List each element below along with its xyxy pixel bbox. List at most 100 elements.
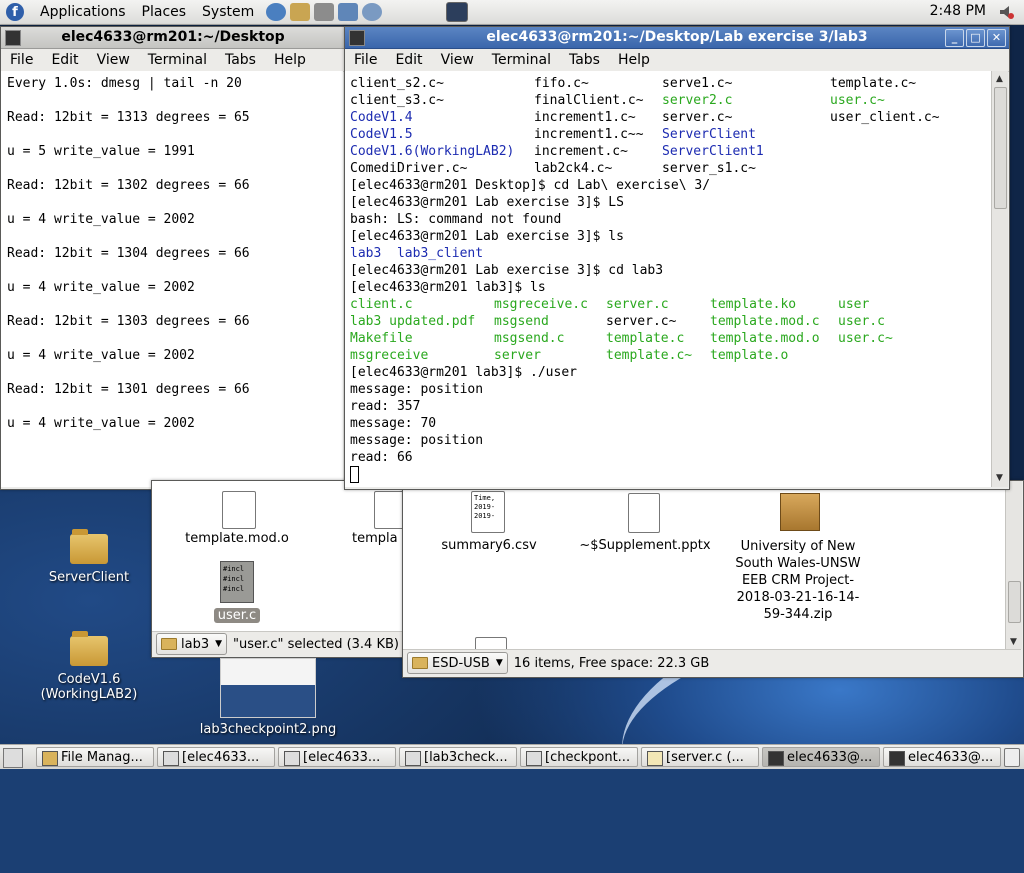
object-file-icon[interactable] [222, 491, 256, 529]
listing-entry: server_s1.c~ [662, 161, 756, 176]
left-terminal-output[interactable]: Every 1.0s: dmesg | tail -n 20 Read: 12b… [1, 71, 343, 487]
taskbar-window[interactable]: elec4633@... [883, 747, 1001, 767]
left-terminal-titlebar[interactable]: elec4633@rm201:~/Desktop [1, 27, 345, 49]
system-menu[interactable]: System [194, 4, 262, 20]
file-label[interactable]: ~$Supplement.pptx [573, 538, 717, 553]
menu-file[interactable]: File [1, 52, 42, 68]
taskbar-label: [elec4633... [182, 750, 260, 765]
listing-entry: template.mod.c [710, 314, 820, 329]
clock[interactable]: 2:48 PM [930, 3, 986, 19]
taskbar-label: [elec4633... [303, 750, 381, 765]
places-menu[interactable]: Places [134, 4, 195, 20]
terminal-launcher-icon[interactable] [446, 2, 469, 22]
usb-file-view[interactable]: Time, 2019- 2019- summary6.csv ~$Supplem… [403, 481, 1005, 649]
scroll-down-icon[interactable]: ▼ [992, 471, 1007, 485]
document-file-icon[interactable] [475, 637, 507, 649]
listing-entry: CodeV1.6(WorkingLAB2) [350, 144, 515, 159]
lab3-status-bar: lab3 ▼ "user.c" selected (3.4 KB) [152, 631, 410, 656]
menu-help[interactable]: Help [609, 52, 659, 68]
csv-file-icon[interactable]: Time, 2019- 2019- [471, 491, 505, 533]
desktop-icon-codev16[interactable]: CodeV1.6 (WorkingLAB2) [36, 631, 142, 702]
applications-menu[interactable]: Applications [32, 4, 134, 20]
terminal-vertical-scrollbar[interactable]: ▲ ▼ [991, 71, 1008, 487]
file-label[interactable]: University of New South Wales-UNSW EEB C… [731, 538, 865, 623]
scrollbar-thumb[interactable] [1008, 581, 1021, 623]
menu-file[interactable]: File [345, 52, 386, 68]
desktop-icon-label: lab3checkpoint2.png [199, 722, 337, 737]
terminal-line: Every 1.0s: dmesg | tail -n 20 [7, 76, 242, 91]
taskbar-window[interactable]: [server.c (... [641, 747, 759, 767]
taskbar-label: [checkpont... [545, 750, 631, 765]
menu-terminal[interactable]: Terminal [139, 52, 216, 68]
document-file-icon[interactable] [628, 493, 660, 533]
directory-entry: lab3 [350, 246, 382, 261]
desktop-icon-serverclient[interactable]: ServerClient [44, 529, 134, 585]
lab3-file-view[interactable]: template.mod.o templa #incl #incl #incl … [152, 481, 410, 631]
office-launcher-icon[interactable] [338, 3, 359, 21]
menu-tabs[interactable]: Tabs [216, 52, 265, 68]
menu-help[interactable]: Help [265, 52, 315, 68]
menu-edit[interactable]: Edit [386, 52, 431, 68]
minimize-button[interactable]: _ [945, 29, 964, 47]
location-combo[interactable]: lab3 ▼ [156, 633, 228, 655]
c-source-file-icon[interactable]: #incl #incl #incl [220, 561, 254, 603]
listing-entry: template.o [710, 348, 789, 363]
menu-view[interactable]: View [432, 52, 483, 68]
maximize-button[interactable]: □ [966, 29, 985, 47]
directory-entry: lab3_client [396, 246, 484, 261]
scroll-up-icon[interactable]: ▲ [992, 72, 1007, 86]
zip-archive-icon[interactable] [780, 493, 820, 531]
show-desktop-icon[interactable] [3, 748, 23, 768]
listing-row: client.c msgreceive.c server.c template.ko u… [350, 296, 991, 313]
listing-row: CodeV1.4 increment1.c~ server.c~ user_clien… [350, 109, 991, 126]
right-terminal-titlebar[interactable]: elec4633@rm201:~/Desktop/Lab exercise 3/… [345, 27, 1009, 49]
scrollbar-thumb[interactable] [994, 87, 1007, 209]
terminal-line: Read: 12bit = 1301 degrees = 66 [7, 382, 250, 397]
menu-edit[interactable]: Edit [42, 52, 87, 68]
file-label[interactable]: summary6.csv [429, 538, 549, 553]
close-button[interactable]: ✕ [987, 29, 1006, 47]
listing-entry: ComediDriver.c~ [350, 161, 468, 176]
mail-launcher-icon[interactable] [290, 3, 311, 21]
terminal-line: u = 4 write_value = 2002 [7, 212, 195, 227]
image-viewer-icon [405, 751, 421, 766]
listing-entry: increment.c~ [534, 144, 628, 159]
scroll-down-icon[interactable]: ▼ [1006, 635, 1021, 649]
menu-terminal[interactable]: Terminal [483, 52, 560, 68]
taskbar-window[interactable]: [checkpont... [520, 747, 638, 767]
listing-entry: ServerClient1 [662, 144, 764, 159]
usb-vertical-scrollbar[interactable]: ▼ [1005, 481, 1022, 649]
volume-icon[interactable] [998, 3, 1016, 21]
fedora-logo-icon[interactable]: f [6, 3, 24, 21]
taskbar-window[interactable]: [lab3check... [399, 747, 517, 767]
web-browser-launcher-icon[interactable] [266, 3, 287, 21]
location-combo[interactable]: ESD-USB ▼ [407, 652, 508, 674]
desktop-icon-label: CodeV1.6 (WorkingLAB2) [40, 672, 138, 702]
terminal-line: [elec4633@rm201 lab3]$ ls [350, 280, 546, 295]
terminal-window-icon [5, 30, 21, 46]
listing-entry: client_s2.c~ [350, 76, 444, 91]
right-terminal-output[interactable]: client_s2.c~ fifo.c~ serve1.c~ template.c~ c… [345, 71, 991, 487]
taskbar-file-manager[interactable]: File Manag... [36, 747, 154, 767]
terminal-line: Read: 12bit = 1313 degrees = 65 [7, 110, 250, 125]
text-editor-launcher-icon[interactable] [314, 3, 335, 21]
selected-file-label[interactable]: user.c [214, 608, 260, 623]
listing-entry: Makefile [350, 331, 413, 346]
taskbar-window[interactable]: [elec4633... [278, 747, 396, 767]
taskbar-window[interactable]: [elec4633... [157, 747, 275, 767]
right-terminal-window: elec4633@rm201:~/Desktop/Lab exercise 3/… [344, 26, 1010, 490]
file-label[interactable]: template.mod.o [172, 531, 302, 546]
taskbar-window-active[interactable]: elec4633@... [762, 747, 880, 767]
listing-entry: lab2ck4.c~ [534, 161, 613, 176]
terminal-cursor-line [350, 466, 991, 483]
menu-tabs[interactable]: Tabs [560, 52, 609, 68]
menu-view[interactable]: View [88, 52, 139, 68]
listing-entry: msgsend.c [494, 331, 565, 346]
trash-icon[interactable] [1004, 748, 1020, 767]
terminal-icon [889, 751, 905, 766]
terminal-window-icon [349, 30, 365, 46]
desktop-icon-screenshot[interactable]: lab3checkpoint2.png [198, 658, 338, 737]
network-launcher-icon[interactable] [362, 3, 383, 21]
